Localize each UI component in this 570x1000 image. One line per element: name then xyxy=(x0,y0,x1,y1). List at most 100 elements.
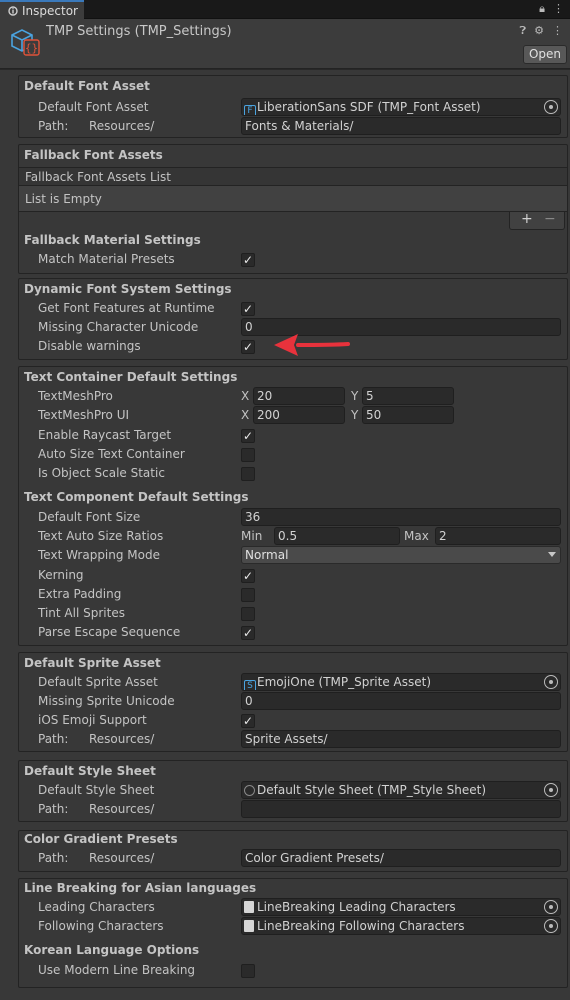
field-label: Default Sprite Asset xyxy=(38,675,158,689)
min-ratio-input[interactable]: 0.5 xyxy=(274,527,400,545)
help-icon[interactable]: ❓︎ xyxy=(520,24,527,37)
color-gradient-path-input[interactable]: Color Gradient Presets/ xyxy=(241,849,561,867)
line-breaking-section: Line Breaking for Asian languages Leadin… xyxy=(18,878,568,988)
red-arrow-annotation xyxy=(274,334,350,356)
get-font-features-row: Get Font Features at Runtime ✓ xyxy=(19,299,567,318)
x-label: X xyxy=(241,389,250,403)
raycast-target-checkbox[interactable]: ✓ xyxy=(241,429,255,443)
inspector-tab[interactable]: Inspector xyxy=(0,0,84,19)
match-material-presets-checkbox[interactable]: ✓ xyxy=(241,253,255,267)
x-label: X xyxy=(241,408,250,422)
default-font-path-input[interactable]: Fonts & Materials/ xyxy=(241,117,561,135)
modern-line-breaking-row: Use Modern Line Breaking xyxy=(19,961,567,980)
field-label: Missing Sprite Unicode xyxy=(38,694,175,708)
lock-icon[interactable]: 🔒︎ xyxy=(539,2,545,15)
list-footer: + − xyxy=(509,211,565,230)
missing-sprite-row: Missing Sprite Unicode 0 xyxy=(19,692,567,711)
textmeshpro-ui-y-input[interactable]: 50 xyxy=(362,406,454,424)
default-font-asset-section: Default Font Asset Default Font Asset FL… xyxy=(18,75,568,138)
inspector-header: {} TMP Settings (TMP_Settings) ❓︎ ⚙︎ ⋮ Ope… xyxy=(0,19,570,69)
max-ratio-input[interactable]: 2 xyxy=(435,527,561,545)
text-wrapping-dropdown[interactable]: Normal xyxy=(241,546,561,564)
svg-text:{}: {} xyxy=(25,42,38,55)
min-label: Min xyxy=(241,529,263,543)
inspector-content: Default Font Asset Default Font Asset FL… xyxy=(0,70,570,1000)
color-gradient-path-row: Path: Resources/ Color Gradient Presets/ xyxy=(19,849,567,868)
path-prefix: Resources/ xyxy=(89,851,155,865)
style-sheet-icon xyxy=(244,785,255,796)
tint-all-sprites-checkbox[interactable] xyxy=(241,607,255,621)
default-style-sheet-section: Default Style Sheet Default Style Sheet … xyxy=(18,760,568,822)
field-label: Path: xyxy=(38,119,69,133)
object-picker-icon[interactable] xyxy=(544,783,558,797)
default-font-size-input[interactable]: 36 xyxy=(241,508,561,526)
section-heading: Line Breaking for Asian languages xyxy=(24,881,257,895)
default-sprite-asset-field[interactable]: S EmojiOne (TMP_Sprite Asset) xyxy=(241,673,561,691)
fallback-list-header[interactable]: Fallback Font Assets List xyxy=(19,167,567,186)
extra-padding-checkbox[interactable] xyxy=(241,588,255,602)
header-actions: ❓︎ ⚙︎ ⋮ xyxy=(512,24,564,38)
object-picker-icon[interactable] xyxy=(544,675,558,689)
leading-characters-field[interactable]: LineBreaking Leading Characters xyxy=(241,898,561,916)
object-scale-static-row: Is Object Scale Static xyxy=(19,464,567,483)
field-label: Path: xyxy=(38,802,69,816)
default-sprite-asset-section: Default Sprite Asset Default Sprite Asse… xyxy=(18,652,568,752)
following-characters-field[interactable]: LineBreaking Following Characters xyxy=(241,917,561,935)
disable-warnings-checkbox[interactable]: ✓ xyxy=(241,340,255,354)
section-heading: Default Sprite Asset xyxy=(24,656,161,670)
object-scale-static-checkbox[interactable] xyxy=(241,467,255,481)
field-label: iOS Emoji Support xyxy=(38,713,147,727)
default-font-asset-field[interactable]: F LiberationSans SDF (TMP_Font Asset) xyxy=(241,98,561,116)
style-sheet-path-input[interactable] xyxy=(241,800,561,818)
field-label: Missing Character Unicode xyxy=(38,320,199,334)
textmeshpro-ui-x-input[interactable]: 200 xyxy=(253,406,345,424)
section-heading: Color Gradient Presets xyxy=(24,832,178,846)
field-label: Extra Padding xyxy=(38,587,122,601)
object-picker-icon[interactable] xyxy=(544,919,558,933)
textmeshpro-x-input[interactable]: 20 xyxy=(253,387,345,405)
fallback-font-assets-section: Fallback Font Assets Fallback Font Asset… xyxy=(18,144,568,274)
y-label: Y xyxy=(351,408,359,422)
kebab-menu-icon[interactable]: ⋮ xyxy=(552,24,563,37)
match-material-presets-row: Match Material Presets ✓ xyxy=(19,250,567,269)
list-empty-text: List is Empty xyxy=(25,192,102,206)
kebab-menu-icon[interactable]: ⋮ xyxy=(553,2,564,15)
section-heading: Korean Language Options xyxy=(24,943,200,957)
auto-size-container-checkbox[interactable] xyxy=(241,448,255,462)
add-item-button[interactable]: + xyxy=(521,211,533,227)
field-label: Text Auto Size Ratios xyxy=(38,529,164,543)
field-label: TextMeshPro xyxy=(38,389,113,403)
kerning-row: Kerning ✓ xyxy=(19,566,567,585)
field-label: Parse Escape Sequence xyxy=(38,625,181,639)
ios-emoji-checkbox[interactable]: ✓ xyxy=(241,714,255,728)
preset-settings-icon[interactable]: ⚙︎ xyxy=(534,24,544,37)
missing-sprite-input[interactable]: 0 xyxy=(241,692,561,710)
get-font-features-checkbox[interactable]: ✓ xyxy=(241,302,255,316)
remove-item-button[interactable]: − xyxy=(544,211,556,227)
path-prefix: Resources/ xyxy=(89,119,155,133)
field-label: Kerning xyxy=(38,568,84,582)
textmeshpro-y-input[interactable]: 5 xyxy=(362,387,454,405)
inspector-icon xyxy=(8,6,18,16)
sprite-path-input[interactable]: Sprite Assets/ xyxy=(241,730,561,748)
modern-line-breaking-checkbox[interactable] xyxy=(241,964,255,978)
open-button[interactable]: Open xyxy=(523,45,567,64)
section-heading: Fallback Font Assets xyxy=(24,148,163,162)
section-heading: Default Style Sheet xyxy=(24,764,156,778)
field-label: Default Font Size xyxy=(38,510,141,524)
textmeshpro-size-row: TextMeshPro X 20 Y 5 xyxy=(19,387,567,406)
parse-escape-checkbox[interactable]: ✓ xyxy=(241,626,255,640)
text-wrapping-row: Text Wrapping Mode Normal xyxy=(19,546,567,565)
tmp-settings-asset-icon: {} xyxy=(11,29,40,56)
section-heading: Default Font Asset xyxy=(24,79,150,93)
field-label: Auto Size Text Container xyxy=(38,447,185,461)
sprite-path-row: Path: Resources/ Sprite Assets/ xyxy=(19,730,567,749)
default-style-sheet-field[interactable]: Default Style Sheet (TMP_Style Sheet) xyxy=(241,781,561,799)
kerning-checkbox[interactable]: ✓ xyxy=(241,569,255,583)
tab-actions: 🔒︎ ⋮ xyxy=(531,2,564,16)
default-font-asset-row: Default Font Asset F LiberationSans SDF (… xyxy=(19,98,567,117)
field-label: Leading Characters xyxy=(38,900,155,914)
object-picker-icon[interactable] xyxy=(544,900,558,914)
following-characters-row: Following Characters LineBreaking Follow… xyxy=(19,917,567,936)
object-picker-icon[interactable] xyxy=(544,100,558,114)
